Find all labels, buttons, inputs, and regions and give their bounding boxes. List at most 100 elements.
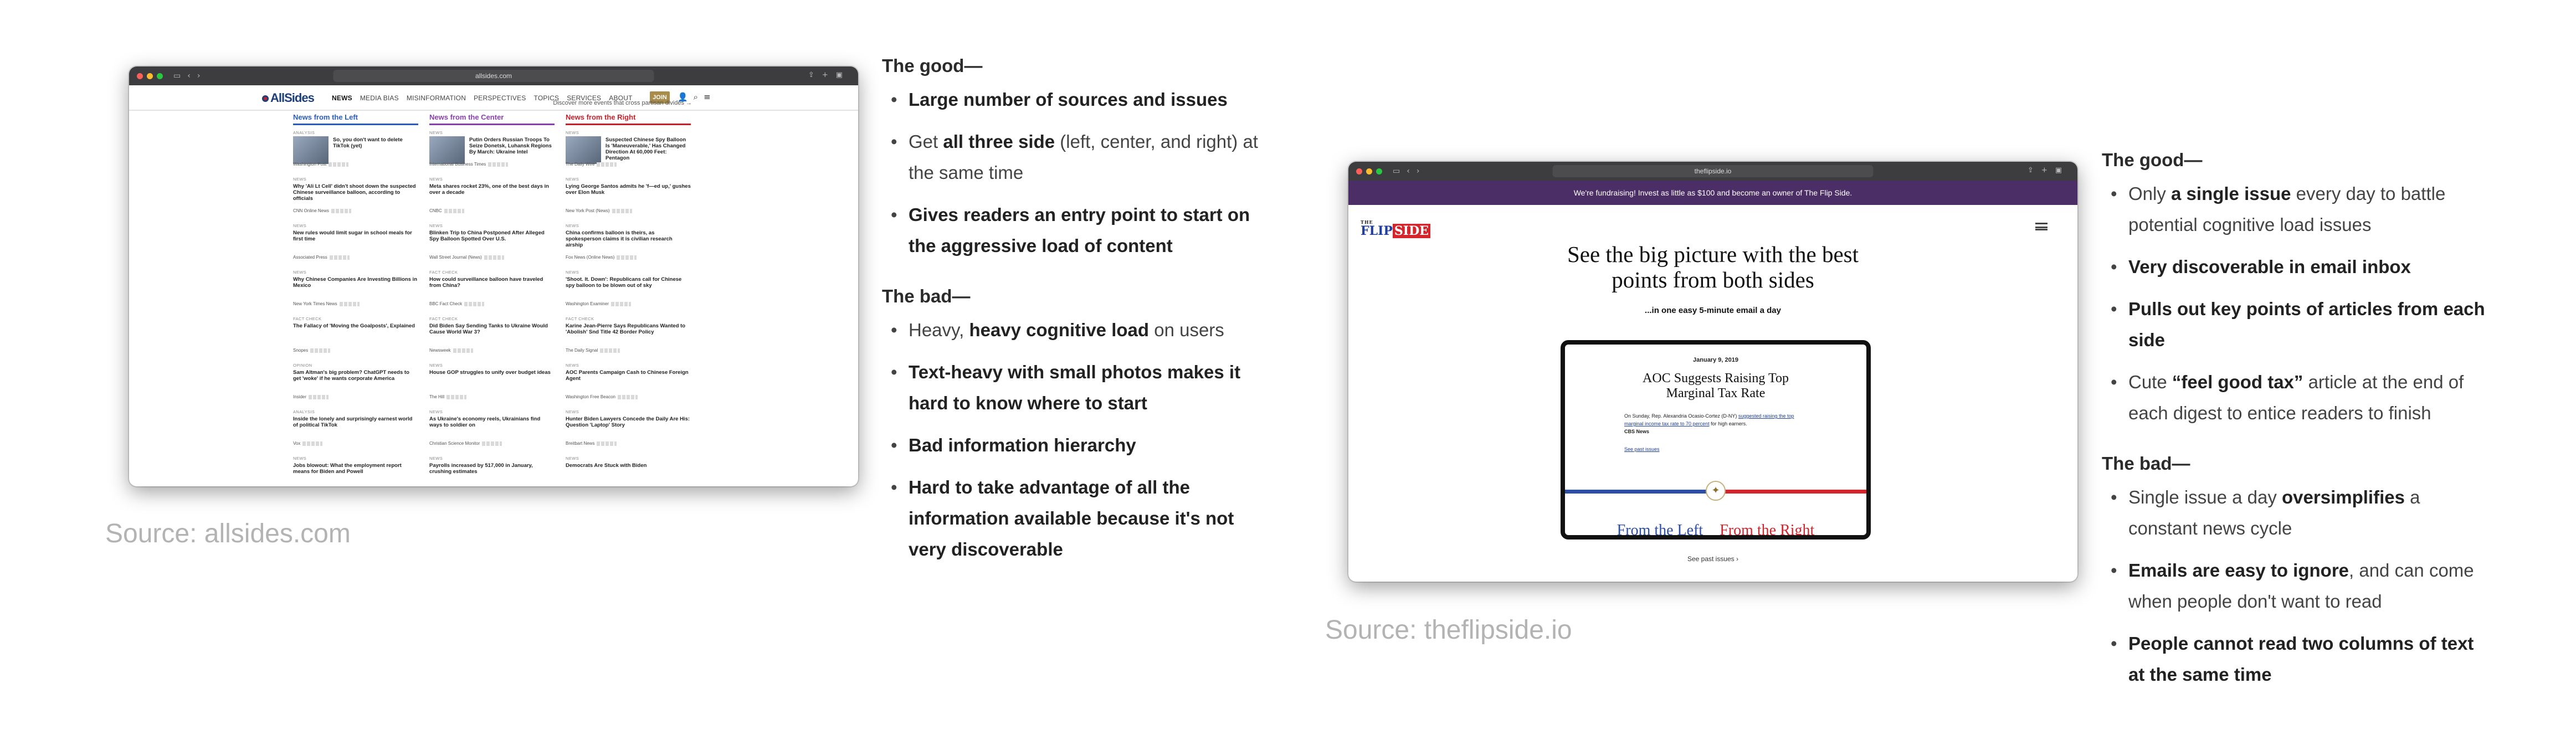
bias-rating-icon[interactable] [331,208,351,213]
email-past-issues-link[interactable]: See past issues [1624,446,1807,452]
news-item-source[interactable]: Snopes [293,347,331,353]
news-item[interactable]: NEWS Hunter Biden Lawyers Concede the Dai… [566,409,691,455]
news-item-headline[interactable]: Hunter Biden Lawyers Concede the Daily A… [566,416,691,428]
bias-rating-icon[interactable] [597,162,617,167]
news-item[interactable]: FACT CHECK The Fallacy of 'Moving the Goa… [293,316,418,362]
news-item-headline[interactable]: New rules would limit sugar in school me… [293,230,418,242]
news-item-headline[interactable]: How could surveillance balloon have trav… [429,276,555,289]
bias-rating-icon[interactable] [329,255,350,260]
news-item-source[interactable]: Christian Science Monitor [429,440,502,446]
news-item-headline[interactable]: Suspected Chinese Spy Balloon Is 'Maneuv… [605,137,691,161]
news-item[interactable]: NEWS New rules would limit sugar in schoo… [293,223,418,269]
news-item-headline[interactable]: Jobs blowout: What the employment report… [293,463,418,475]
news-item[interactable]: NEWS China confirms balloon is theirs, as… [566,223,691,269]
news-item-source[interactable]: The Hill [429,394,467,400]
bias-rating-icon[interactable] [597,441,617,446]
news-item[interactable]: NEWS Blinken Trip to China Postponed Afte… [429,223,555,269]
bias-rating-icon[interactable] [610,301,631,306]
share-newtab-tabs-icons[interactable]: ⇪+▣ [2028,166,2070,174]
news-item-source[interactable]: Vox [293,440,323,446]
news-item[interactable]: NEWSDemocrats Are Stuck with BidenNation… [566,455,691,486]
news-thumbnail[interactable] [293,136,329,164]
news-thumbnail[interactable] [429,136,465,164]
address-bar[interactable]: allsides.com [333,70,654,82]
news-item-source[interactable]: Newsweek [429,347,473,353]
menu-item-news[interactable]: NEWS [332,94,352,102]
news-item[interactable]: ANALYSIS So, you don't want to delete Tik… [293,130,418,176]
news-item[interactable]: NEWS AOC Parents Campaign Cash to Chinese… [566,362,691,409]
forward-icon[interactable]: › [197,71,201,80]
sidebar-icon[interactable]: ▭ [1393,167,1400,176]
bias-rating-icon[interactable] [447,394,467,399]
news-item-headline[interactable]: China confirms balloon is theirs, as spo… [566,230,691,248]
maximize-window-button[interactable] [157,73,163,79]
news-column-title[interactable]: News from the Center [429,113,555,125]
news-item[interactable]: NEWS 'Shoot. It. Down': Republicans call … [566,269,691,316]
bias-rating-icon[interactable] [444,208,464,213]
news-item-headline[interactable]: Lying George Santos admits he 'f—ed up,'… [566,183,691,196]
bias-rating-icon[interactable] [612,208,632,213]
menu-item-perspectives[interactable]: PERSPECTIVES [474,94,526,102]
news-item[interactable]: NEWS Jobs blowout: What the employment re… [293,455,418,486]
bias-rating-icon[interactable] [617,394,638,399]
news-item-headline[interactable]: So, you don't want to delete TikTok (yet… [333,137,418,149]
news-item[interactable]: NEWS House GOP struggles to unify over bu… [429,362,555,409]
bias-rating-icon[interactable] [453,348,473,353]
sidebar-icon[interactable]: ▭ [173,71,181,80]
news-item-headline[interactable]: Why 'Ali Lt Cell' didn't shoot down the … [293,183,418,202]
news-item-headline[interactable]: Putin Orders Russian Troops To Seize Don… [469,137,555,155]
news-item-headline[interactable]: AOC Parents Campaign Cash to Chinese For… [566,369,691,382]
news-item-headline[interactable]: Karine Jean-Pierre Says Republicans Want… [566,323,691,335]
news-item[interactable]: NEWS Suspected Chinese Spy Balloon Is 'Ma… [566,130,691,176]
news-item[interactable]: NEWS Why Chinese Companies Are Investing … [293,269,418,316]
bias-rating-icon[interactable] [484,255,504,260]
news-item-source[interactable]: The Daily Signal [566,347,620,353]
news-item-source[interactable]: Wall Street Journal (News) [429,254,504,260]
minimize-window-button[interactable] [1366,168,1372,174]
promo-link[interactable]: Discover more events that cross partisan… [553,100,692,106]
news-item-source[interactable]: Fox News (Online News) [566,254,637,260]
hamburger-menu-icon[interactable] [2035,223,2048,230]
news-item-headline[interactable]: Did Biden Say Sending Tanks to Ukraine W… [429,323,555,335]
close-window-button[interactable] [1356,168,1362,174]
news-item-headline[interactable]: Democrats Are Stuck with Biden [566,463,691,469]
news-item[interactable]: ANALYSIS Inside the lonely and surprising… [293,409,418,455]
news-item[interactable]: NEWS Payrolls increased by 517,000 in Jan… [429,455,555,486]
news-item[interactable]: NEWS Lying George Santos admits he 'f—ed … [566,176,691,223]
bias-rating-icon[interactable] [482,441,502,446]
back-icon[interactable]: ‹ [187,71,191,80]
news-thumbnail[interactable] [566,136,601,164]
bias-rating-icon[interactable] [309,394,329,399]
menu-item-misinformation[interactable]: MISINFORMATION [407,94,466,102]
news-item-source[interactable]: New York Post (News) [566,208,632,214]
news-item-headline[interactable]: The Fallacy of 'Moving the Goalposts', E… [293,323,418,329]
news-item-source[interactable]: BBC Fact Check [429,301,485,307]
news-item[interactable]: NEWS Putin Orders Russian Troops To Seize… [429,130,555,176]
bias-rating-icon[interactable] [488,162,509,167]
news-item[interactable]: NEWS Meta shares rocket 23%, one of the b… [429,176,555,223]
see-past-issues-link[interactable]: See past issues › [1348,555,2077,563]
news-item-source[interactable]: International Business Times [429,161,509,167]
allsides-logo[interactable]: AllSides [262,91,315,105]
news-item-headline[interactable]: Why Chinese Companies Are Investing Bill… [293,276,418,289]
news-item-headline[interactable]: Sam Altman's big problem? ChatGPT needs … [293,369,418,382]
news-item[interactable]: FACT CHECK Did Biden Say Sending Tanks to… [429,316,555,362]
news-item-source[interactable]: CNBC [429,208,464,214]
news-item-source[interactable]: Breitbart News [566,440,617,446]
flipside-logo[interactable]: THE FLIP SIDE [1361,219,1430,238]
news-item-headline[interactable]: Payrolls increased by 517,000 in January… [429,463,555,475]
news-item-source[interactable]: Associated Press [293,254,350,260]
bias-rating-icon[interactable] [464,301,485,306]
news-item-source[interactable]: Insider [293,394,329,400]
news-column-title[interactable]: News from the Left [293,113,418,125]
news-item[interactable]: OPINION Sam Altman's big problem? ChatGPT… [293,362,418,409]
bias-rating-icon[interactable] [339,301,360,306]
maximize-window-button[interactable] [1376,168,1382,174]
news-item-source[interactable]: Washington Post [293,161,349,167]
news-item-headline[interactable]: 'Shoot. It. Down': Republicans call for … [566,276,691,289]
news-item-headline[interactable]: Meta shares rocket 23%, one of the best … [429,183,555,196]
bias-rating-icon[interactable] [310,348,331,353]
bias-rating-icon[interactable] [329,162,349,167]
news-item-source[interactable]: Washington Examiner [566,301,631,307]
forward-icon[interactable]: › [1417,167,1420,176]
